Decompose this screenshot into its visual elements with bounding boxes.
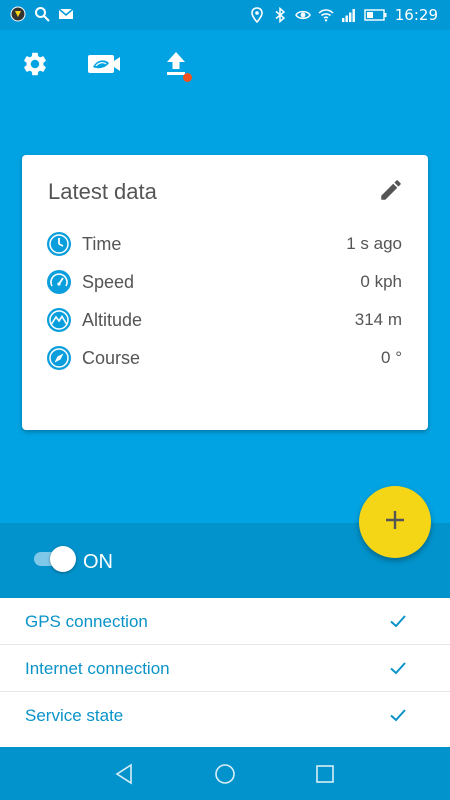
data-label: Course [82, 347, 141, 368]
check-icon [388, 658, 408, 678]
compass-icon [46, 345, 72, 371]
data-value: 0 kph [360, 272, 402, 291]
settings-button[interactable] [19, 50, 51, 82]
latest-data-card: Latest data Time 1 s ago Speed 0 kph Alt… [22, 155, 428, 430]
clock-icon [46, 231, 72, 257]
data-label: Altitude [82, 309, 143, 330]
recents-icon [312, 765, 338, 791]
speedometer-icon [46, 269, 72, 295]
signal-icon [341, 7, 357, 23]
clock-time: 16:29 [394, 6, 438, 24]
card-title: Latest data [48, 179, 157, 204]
camera-icon [87, 51, 121, 82]
data-value: 1 s ago [346, 234, 402, 253]
eye-icon [294, 7, 311, 23]
home-icon [212, 764, 238, 791]
status-list: GPS connection Internet connection Servi… [0, 598, 450, 747]
data-row-altitude: Altitude 314 m [46, 306, 402, 334]
pencil-icon [378, 180, 404, 207]
status-label: Internet connection [25, 659, 170, 678]
recents-button[interactable] [312, 761, 338, 787]
data-value: 314 m [354, 310, 402, 329]
location-icon [249, 7, 265, 24]
data-row-speed: Speed 0 kph [46, 268, 402, 296]
check-icon [388, 611, 408, 631]
add-button[interactable] [359, 486, 431, 558]
wifi-icon [318, 7, 334, 23]
data-row-time: Time 1 s ago [46, 230, 402, 258]
status-bar: 16:29 [0, 0, 450, 30]
mountain-icon [46, 307, 72, 333]
app-notification-icon [10, 6, 26, 22]
upload-button[interactable] [160, 50, 192, 82]
back-button[interactable] [112, 761, 138, 787]
navigation-bar [0, 747, 450, 800]
data-label: Speed [82, 271, 135, 292]
status-label: Service state [25, 706, 124, 725]
upload-badge [183, 73, 192, 82]
toolbar [0, 30, 450, 102]
check-icon [388, 705, 408, 725]
data-label: Time [82, 233, 122, 254]
bluetooth-icon [272, 6, 288, 24]
home-button[interactable] [212, 761, 238, 787]
data-value: 0 ° [381, 348, 402, 367]
list-item: Internet connection [0, 645, 450, 692]
tracking-switch[interactable] [34, 546, 76, 572]
camera-button[interactable] [88, 50, 120, 82]
plus-icon [384, 509, 406, 536]
battery-icon [364, 7, 388, 23]
search-icon [34, 6, 50, 22]
mail-icon [58, 6, 74, 22]
edit-button[interactable] [378, 177, 406, 205]
switch-thumb [50, 546, 76, 572]
list-item: Service state [0, 692, 450, 739]
switch-label: ON [83, 551, 113, 573]
list-item: GPS connection [0, 598, 450, 645]
back-icon [112, 763, 138, 791]
gear-icon [21, 50, 49, 83]
data-row-course: Course 0 ° [46, 344, 402, 372]
status-label: GPS connection [25, 612, 148, 631]
